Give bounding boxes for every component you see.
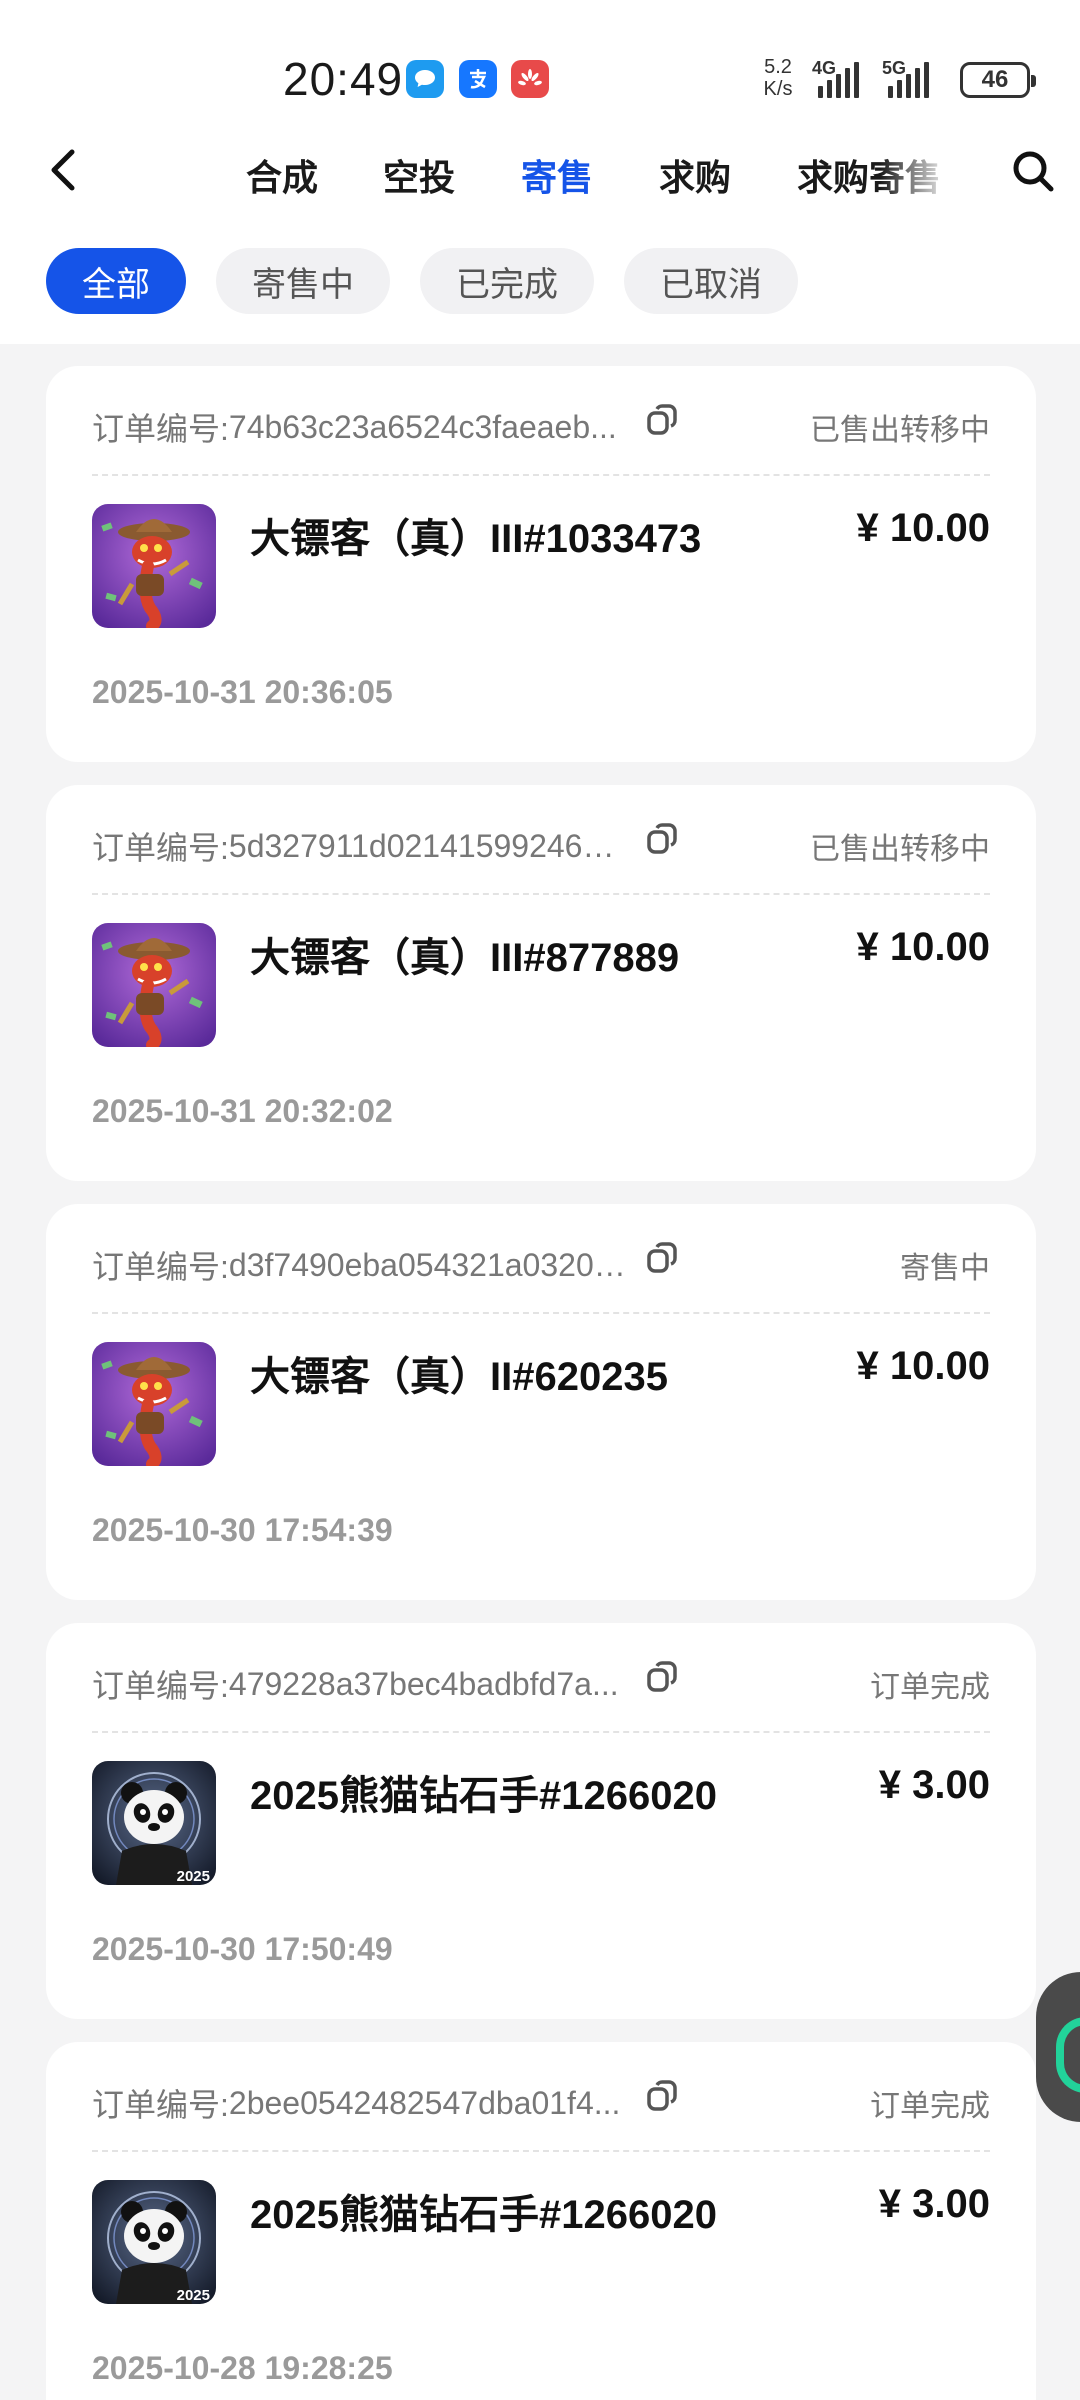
alipay-icon bbox=[459, 60, 497, 98]
order-id-value: 479228a37bec4badbfd7a... bbox=[228, 1665, 619, 1702]
order-id-label: 订单编号: bbox=[92, 1668, 229, 1704]
copy-icon[interactable] bbox=[645, 1660, 679, 1694]
copy-icon[interactable] bbox=[645, 822, 679, 856]
message-app-icon bbox=[406, 60, 444, 98]
order-id-row: 订单编号: 5d327911d0214159924691... 已售出转移中 bbox=[92, 821, 990, 871]
product-name: 大镖客（真）III#877889 bbox=[250, 936, 680, 980]
product-thumbnail bbox=[92, 923, 216, 1047]
signal-4g-bars bbox=[818, 60, 859, 98]
product-thumbnail: 2025 bbox=[92, 2180, 216, 2304]
order-id-label: 订单编号: bbox=[92, 2087, 229, 2123]
order-date: 2025-10-30 17:50:49 bbox=[92, 1931, 393, 1967]
order-id-value: 74b63c23a6524c3faeaeb... bbox=[228, 408, 617, 445]
product-name: 2025熊猫钻石手#1266020 bbox=[250, 2193, 717, 2237]
order-id-label: 订单编号: bbox=[92, 830, 229, 866]
status-filters: 全部 寄售中 已完成 已取消 bbox=[46, 248, 798, 314]
product-price: ¥ 10.00 bbox=[856, 925, 990, 969]
order-status: 订单完成 bbox=[870, 1671, 990, 1704]
product-price: ¥ 10.00 bbox=[856, 1344, 990, 1388]
order-card[interactable]: 订单编号: 2bee0542482547dba01f4... 订单完成 2025 202… bbox=[46, 2042, 1036, 2400]
order-id-row: 订单编号: 2bee0542482547dba01f4... 订单完成 bbox=[92, 2078, 990, 2128]
divider bbox=[92, 893, 990, 895]
filter-cancelled[interactable]: 已取消 bbox=[624, 248, 798, 314]
order-id-value: 2bee0542482547dba01f4... bbox=[228, 2084, 621, 2121]
divider bbox=[92, 1731, 990, 1733]
svg-text:2025: 2025 bbox=[177, 1868, 210, 1885]
tab-purchase-request[interactable]: 求购 bbox=[659, 138, 731, 218]
svg-text:2025: 2025 bbox=[177, 2287, 210, 2304]
order-list: 订单编号: 74b63c23a6524c3faeaeb... 已售出转移中 大镖客（真… bbox=[46, 366, 1036, 2400]
copy-icon[interactable] bbox=[645, 1241, 679, 1275]
tabs-fade-overlay bbox=[880, 138, 970, 218]
tab-airdrop[interactable]: 空投 bbox=[383, 138, 455, 218]
order-date: 2025-10-30 17:54:39 bbox=[92, 1512, 393, 1548]
huawei-icon bbox=[511, 60, 549, 98]
order-status: 寄售中 bbox=[900, 1252, 990, 1285]
order-date: 2025-10-28 19:28:25 bbox=[92, 2350, 393, 2386]
product-thumbnail bbox=[92, 1342, 216, 1466]
filter-all[interactable]: 全部 bbox=[46, 248, 186, 314]
divider bbox=[92, 1312, 990, 1314]
product-price: ¥ 10.00 bbox=[856, 506, 990, 550]
product-name: 大镖客（真）III#1033473 bbox=[250, 517, 702, 561]
product-price: ¥ 3.00 bbox=[878, 2182, 990, 2226]
product-price: ¥ 3.00 bbox=[878, 1763, 990, 1807]
floating-assistant-button[interactable] bbox=[1036, 1972, 1080, 2122]
order-id-label: 订单编号: bbox=[92, 1249, 229, 1285]
product-name: 2025熊猫钻石手#1266020 bbox=[250, 1774, 717, 1818]
order-date: 2025-10-31 20:32:02 bbox=[92, 1093, 393, 1129]
order-card[interactable]: 订单编号: 5d327911d0214159924691... 已售出转移中大镖客（… bbox=[46, 785, 1036, 1181]
divider bbox=[92, 474, 990, 476]
order-id-value: 5d327911d0214159924691... bbox=[228, 827, 629, 864]
order-id-row: 订单编号: d3f7490eba054321a0320f... 寄售中 bbox=[92, 1240, 990, 1290]
divider bbox=[92, 2150, 990, 2152]
copy-icon[interactable] bbox=[645, 403, 679, 437]
back-arrow-icon[interactable] bbox=[44, 148, 84, 192]
order-id-value: d3f7490eba054321a0320f... bbox=[228, 1246, 629, 1283]
copy-icon[interactable] bbox=[645, 2079, 679, 2113]
status-bar: 20:49 5.2 K/s 4G 5G 46 bbox=[0, 0, 1080, 140]
product-thumbnail bbox=[92, 504, 216, 628]
order-status: 订单完成 bbox=[870, 2090, 990, 2123]
top-bar: 20:49 5.2 K/s 4G 5G 46 盲盒 合成 空投 寄售 bbox=[0, 0, 1080, 344]
filter-completed[interactable]: 已完成 bbox=[420, 248, 594, 314]
filter-consigning[interactable]: 寄售中 bbox=[216, 248, 390, 314]
search-icon[interactable] bbox=[1010, 148, 1056, 194]
battery-icon: 46 bbox=[960, 62, 1036, 98]
order-status: 已售出转移中 bbox=[810, 414, 990, 447]
order-card[interactable]: 订单编号: 74b63c23a6524c3faeaeb... 已售出转移中大镖客（真… bbox=[46, 366, 1036, 762]
order-date: 2025-10-31 20:36:05 bbox=[92, 674, 393, 710]
order-id-row: 订单编号: 74b63c23a6524c3faeaeb... 已售出转移中 bbox=[92, 402, 990, 452]
order-id-row: 订单编号: 479228a37bec4badbfd7a... 订单完成 bbox=[92, 1659, 990, 1709]
product-thumbnail: 2025 bbox=[92, 1761, 216, 1885]
network-speed: 5.2 K/s bbox=[763, 56, 793, 100]
order-card[interactable]: 订单编号: d3f7490eba054321a0320f... 寄售中大镖客（真）I… bbox=[46, 1204, 1036, 1600]
order-status: 已售出转移中 bbox=[810, 833, 990, 866]
order-id-label: 订单编号: bbox=[92, 411, 229, 447]
clock: 20:49 bbox=[283, 53, 404, 105]
signal-5g-bars bbox=[888, 60, 929, 98]
tab-consignment[interactable]: 寄售 bbox=[521, 138, 593, 218]
product-name: 大镖客（真）II#620235 bbox=[250, 1355, 668, 1399]
tab-synthesis[interactable]: 合成 bbox=[246, 138, 318, 218]
category-tabs: 盲盒 合成 空投 寄售 求购 求购寄售 bbox=[130, 138, 960, 218]
order-card[interactable]: 订单编号: 479228a37bec4badbfd7a... 订单完成 2025 202… bbox=[46, 1623, 1036, 2019]
